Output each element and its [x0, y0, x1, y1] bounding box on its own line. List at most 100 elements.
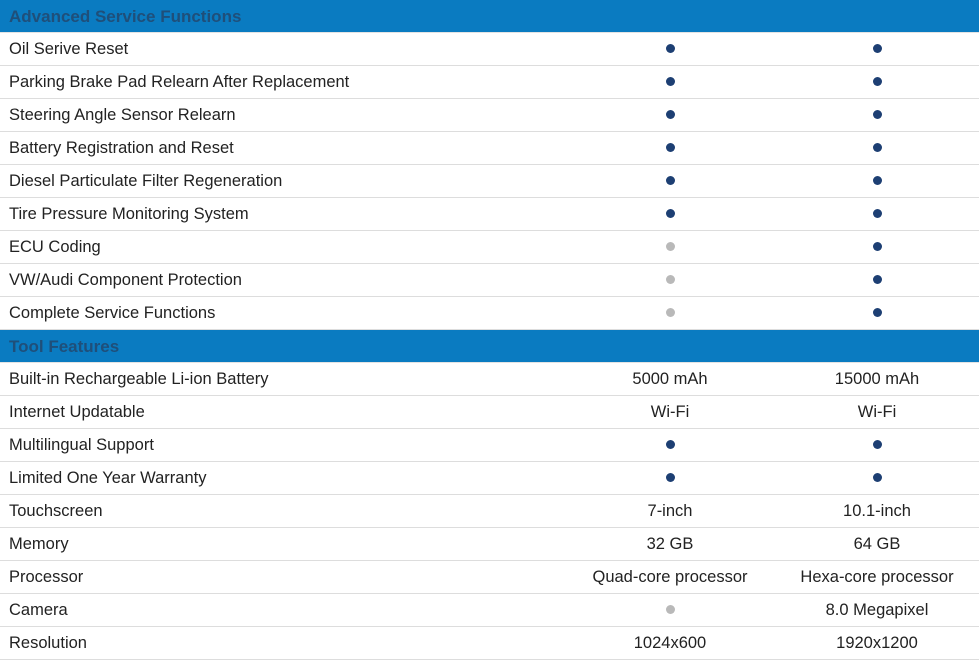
table-row: VW/Audi Component Protection	[0, 264, 979, 297]
filled-dot-icon	[872, 473, 882, 483]
value-cell-a	[565, 33, 775, 65]
table-row: Oil Serive Reset	[0, 33, 979, 66]
table-row: Memory 32 GB 64 GB	[0, 528, 979, 561]
value-cell-b	[775, 132, 979, 164]
gray-dot-icon	[665, 275, 675, 285]
value-text: 1024x600	[633, 634, 707, 652]
value-cell-b: Wi-Fi	[775, 396, 979, 428]
filled-dot-icon	[665, 143, 675, 153]
table-row: Built-in Rechargeable Li-ion Battery 5000…	[0, 363, 979, 396]
gray-dot-icon	[665, 242, 675, 252]
value-cell-b: Hexa-core processor	[775, 561, 979, 593]
value-cell-a	[565, 264, 775, 296]
section-header-advanced-service-functions: Advanced Service Functions	[0, 0, 979, 33]
value-cell-a	[565, 594, 775, 626]
row-label: Built-in Rechargeable Li-ion Battery	[9, 370, 269, 388]
filled-dot-icon	[872, 440, 882, 450]
table-row: Steering Angle Sensor Relearn	[0, 99, 979, 132]
value-text: Wi-Fi	[857, 403, 897, 421]
value-text: 10.1-inch	[843, 502, 911, 520]
value-text: 5000 mAh	[632, 370, 708, 388]
value-cell-b: 64 GB	[775, 528, 979, 560]
row-label: Processor	[9, 568, 84, 586]
value-cell-a: Wi-Fi	[565, 396, 775, 428]
row-label: Touchscreen	[9, 502, 103, 520]
table-row: Multilingual Support	[0, 429, 979, 462]
value-cell-a: 7-inch	[565, 495, 775, 527]
filled-dot-icon	[665, 110, 675, 120]
value-cell-a	[565, 297, 775, 329]
value-cell-b: 15000 mAh	[775, 363, 979, 395]
filled-dot-icon	[872, 143, 882, 153]
row-label: Internet Updatable	[9, 403, 145, 421]
value-cell-b	[775, 198, 979, 230]
value-cell-a	[565, 462, 775, 494]
value-text: Wi-Fi	[650, 403, 690, 421]
filled-dot-icon	[872, 209, 882, 219]
table-row: Camera 8.0 Megapixel	[0, 594, 979, 627]
row-label: Complete Service Functions	[9, 304, 216, 322]
filled-dot-icon	[872, 275, 882, 285]
value-cell-b	[775, 66, 979, 98]
row-label: Oil Serive Reset	[9, 40, 129, 58]
value-cell-b	[775, 297, 979, 329]
value-cell-a: 5000 mAh	[565, 363, 775, 395]
table-row: Processor Quad-core processor Hexa-core pr…	[0, 561, 979, 594]
filled-dot-icon	[872, 44, 882, 54]
value-cell-b	[775, 264, 979, 296]
filled-dot-icon	[665, 176, 675, 186]
value-cell-a	[565, 429, 775, 461]
table-row: Battery Registration and Reset	[0, 132, 979, 165]
value-cell-b: 8.0 Megapixel	[775, 594, 979, 626]
value-text: 7-inch	[647, 502, 693, 520]
filled-dot-icon	[665, 209, 675, 219]
value-text: 15000 mAh	[834, 370, 920, 388]
value-cell-a	[565, 231, 775, 263]
value-cell-a: Quad-core processor	[565, 561, 775, 593]
value-text: 32 GB	[646, 535, 694, 553]
filled-dot-icon	[665, 77, 675, 87]
table-row: Resolution 1024x600 1920x1200	[0, 627, 979, 660]
table-row: ECU Coding	[0, 231, 979, 264]
table-row: Complete Service Functions	[0, 297, 979, 330]
table-row: Touchscreen 7-inch 10.1-inch	[0, 495, 979, 528]
row-label: Resolution	[9, 634, 87, 652]
value-cell-b	[775, 462, 979, 494]
value-text: Hexa-core processor	[800, 568, 954, 586]
value-cell-b	[775, 429, 979, 461]
table-row: Internet Updatable Wi-Fi Wi-Fi	[0, 396, 979, 429]
value-text: 64 GB	[853, 535, 901, 553]
table-row: Diesel Particulate Filter Regeneration	[0, 165, 979, 198]
gray-dot-icon	[665, 605, 675, 615]
filled-dot-icon	[665, 440, 675, 450]
row-label: VW/Audi Component Protection	[9, 271, 242, 289]
row-label: Multilingual Support	[9, 436, 154, 454]
table-row: Parking Brake Pad Relearn After Replacem…	[0, 66, 979, 99]
value-cell-a	[565, 198, 775, 230]
comparison-table: Advanced Service Functions Oil Serive Res…	[0, 0, 979, 660]
value-cell-a: 32 GB	[565, 528, 775, 560]
value-cell-a	[565, 165, 775, 197]
value-cell-b	[775, 231, 979, 263]
row-label: Parking Brake Pad Relearn After Replacem…	[9, 73, 350, 91]
value-cell-a	[565, 66, 775, 98]
value-cell-b: 10.1-inch	[775, 495, 979, 527]
value-cell-b	[775, 165, 979, 197]
row-label: Camera	[9, 601, 68, 619]
value-cell-a: 1024x600	[565, 627, 775, 659]
value-text: 8.0 Megapixel	[825, 601, 929, 619]
value-cell-a	[565, 99, 775, 131]
filled-dot-icon	[872, 242, 882, 252]
row-label: Diesel Particulate Filter Regeneration	[9, 172, 283, 190]
value-cell-b: 1920x1200	[775, 627, 979, 659]
value-text: Quad-core processor	[592, 568, 748, 586]
filled-dot-icon	[872, 77, 882, 87]
row-label: Memory	[9, 535, 69, 553]
filled-dot-icon	[872, 308, 882, 318]
table-row: Limited One Year Warranty	[0, 462, 979, 495]
filled-dot-icon	[872, 110, 882, 120]
filled-dot-icon	[665, 44, 675, 54]
gray-dot-icon	[665, 308, 675, 318]
section-header-tool-features: Tool Features	[0, 330, 979, 363]
value-cell-b	[775, 33, 979, 65]
